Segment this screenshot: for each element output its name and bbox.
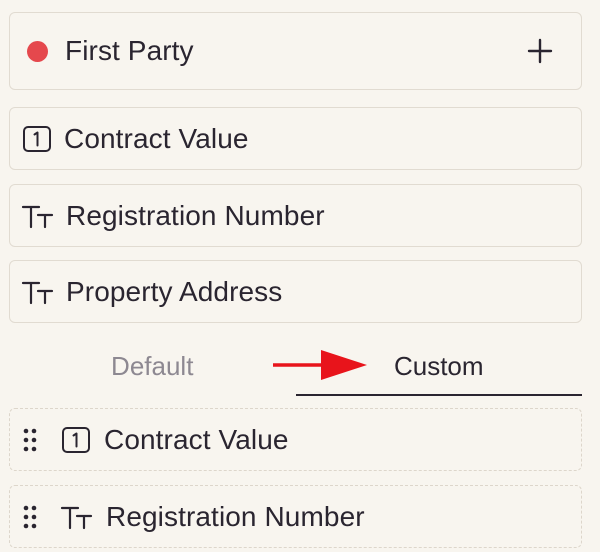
- field-property-address[interactable]: Property Address: [9, 260, 582, 323]
- field-registration-number[interactable]: Registration Number: [9, 184, 582, 247]
- field-label: Contract Value: [104, 423, 289, 455]
- text-type-icon: [21, 200, 55, 232]
- number-icon: [60, 424, 92, 456]
- fields-panel: First Party Contract Value Registration …: [0, 0, 600, 552]
- field-label: Registration Number: [66, 199, 325, 231]
- annotation-arrow-icon: [273, 350, 367, 380]
- text-type-icon: [21, 276, 55, 308]
- text-type-icon: [60, 501, 94, 533]
- field-label: Registration Number: [106, 500, 365, 532]
- custom-field-contract-value[interactable]: Contract Value: [9, 408, 582, 471]
- tab-default[interactable]: Default: [9, 336, 296, 396]
- number-icon: [21, 123, 53, 155]
- field-label: Property Address: [66, 275, 283, 307]
- field-contract-value[interactable]: Contract Value: [9, 107, 582, 170]
- add-party-button[interactable]: [525, 36, 555, 66]
- drag-handle-icon[interactable]: [22, 427, 38, 453]
- party-selector[interactable]: First Party: [9, 12, 582, 90]
- drag-handle-icon[interactable]: [22, 504, 38, 530]
- plus-icon: [527, 38, 553, 64]
- custom-field-registration-number[interactable]: Registration Number: [9, 485, 582, 548]
- party-color-dot: [27, 40, 48, 62]
- party-name: First Party: [65, 35, 194, 66]
- field-label: Contract Value: [64, 122, 249, 154]
